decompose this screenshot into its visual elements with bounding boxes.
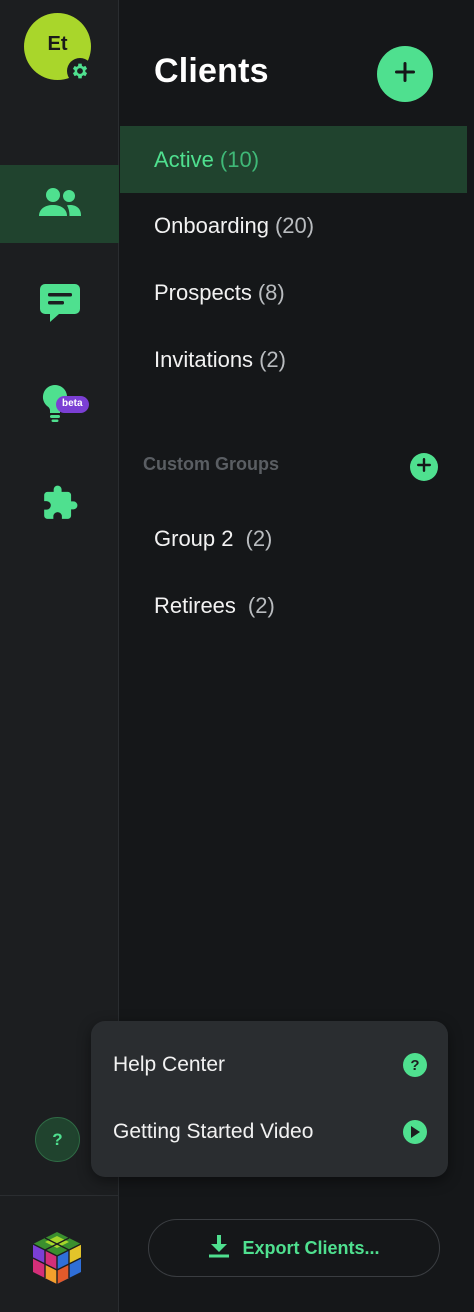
nav-count: (20)	[274, 212, 315, 238]
rail-messages[interactable]	[0, 266, 119, 344]
group-item-retirees[interactable]: Retirees (2)	[120, 572, 467, 639]
nav-item-invitations[interactable]: Invitations (2)	[120, 326, 467, 393]
nav-item-active[interactable]: Active (10)	[120, 126, 467, 193]
group-count: (2)	[245, 525, 273, 551]
export-clients-button[interactable]: Export Clients...	[148, 1219, 440, 1277]
help-center-label: Help Center	[113, 1053, 226, 1076]
puzzle-icon	[41, 484, 79, 527]
plus-icon	[393, 60, 417, 89]
download-icon	[208, 1234, 230, 1263]
plus-icon	[417, 457, 431, 477]
nav-label: Onboarding	[154, 212, 269, 238]
users-icon	[38, 186, 82, 223]
rail-clients[interactable]	[0, 165, 119, 243]
group-label: Retirees	[154, 592, 236, 618]
play-icon	[403, 1120, 427, 1144]
export-label: Export Clients...	[242, 1237, 380, 1258]
help-center-item[interactable]: Help Center ?	[113, 1045, 427, 1085]
help-popup-menu: Help Center ? Getting Started Video	[91, 1021, 448, 1177]
beta-badge: beta	[56, 396, 89, 413]
settings-gear-icon[interactable]	[67, 58, 93, 84]
avatar-initials: Et	[47, 33, 68, 55]
help-toggle-button[interactable]: ?	[35, 1117, 80, 1162]
group-count: (2)	[247, 592, 275, 618]
custom-groups-heading: Custom Groups	[143, 454, 280, 474]
message-icon	[39, 283, 81, 328]
add-group-button[interactable]	[410, 453, 438, 481]
nav-label: Active	[154, 146, 214, 172]
question-icon: ?	[403, 1053, 427, 1077]
page-title: Clients	[154, 52, 269, 90]
nav-count: (8)	[257, 279, 285, 305]
nav-count: (10)	[219, 146, 260, 172]
app-logo-cube-icon[interactable]	[31, 1230, 83, 1291]
nav-count: (2)	[259, 346, 286, 372]
group-item-group-2[interactable]: Group 2 (2)	[120, 505, 467, 572]
nav-item-prospects[interactable]: Prospects (8)	[120, 259, 467, 326]
rail-integrations[interactable]	[0, 466, 119, 544]
getting-started-video-item[interactable]: Getting Started Video	[113, 1112, 427, 1152]
nav-item-onboarding[interactable]: Onboarding (20)	[120, 192, 467, 259]
nav-label: Prospects	[154, 279, 252, 305]
add-client-button[interactable]	[377, 46, 433, 102]
rail-divider	[0, 1195, 119, 1196]
getting-started-label: Getting Started Video	[113, 1120, 314, 1143]
nav-label: Invitations	[154, 346, 254, 372]
question-mark-icon: ?	[52, 1129, 63, 1149]
group-label: Group 2	[154, 525, 234, 551]
